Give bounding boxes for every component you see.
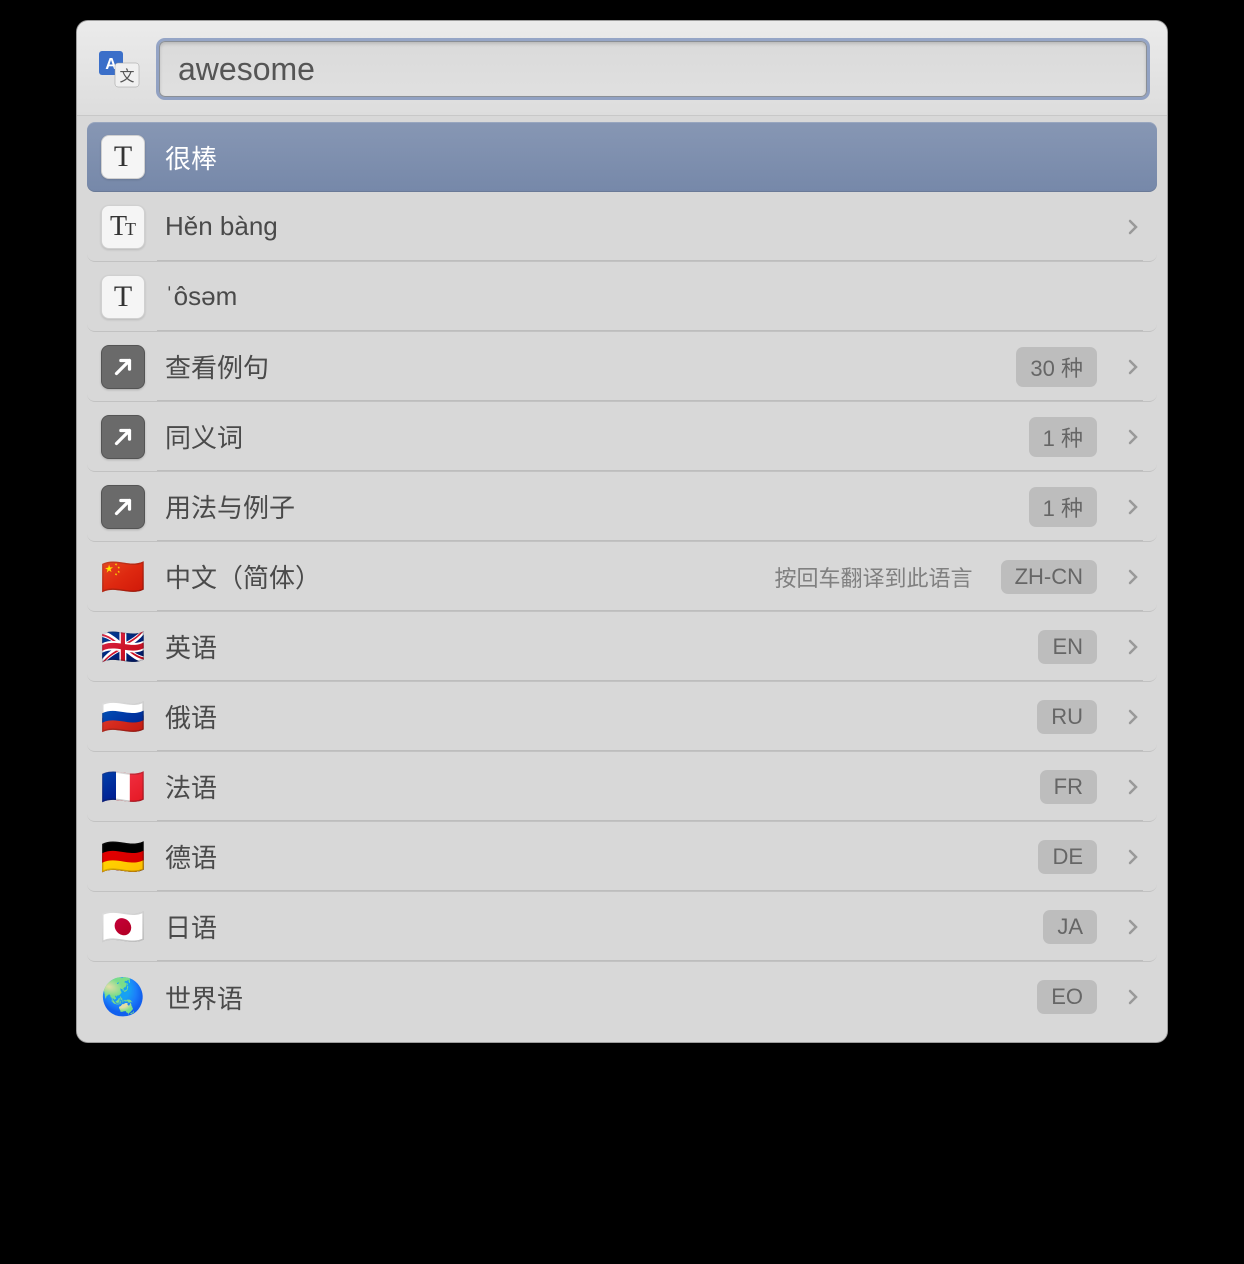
count-badge: 1 种: [1029, 417, 1097, 457]
results-list: T 很棒 TT Hěn bàng T ˈôsəm: [77, 116, 1167, 1042]
chevron-right-icon: [1123, 217, 1143, 237]
result-synonyms[interactable]: 同义词 1 种: [87, 402, 1157, 472]
chevron-right-icon: [1123, 497, 1143, 517]
chevron-right-icon: [1123, 707, 1143, 727]
result-phonetic[interactable]: T ˈôsəm: [87, 262, 1157, 332]
flag-cn-icon: 🇨🇳: [101, 555, 145, 599]
result-label: 查看例句: [165, 348, 996, 385]
lang-code-badge: JA: [1043, 910, 1097, 944]
result-label: 日语: [165, 908, 1023, 945]
result-lang-eo[interactable]: 🌏 世界语 EO: [87, 962, 1157, 1032]
search-bar: A 文: [77, 21, 1167, 116]
result-examples[interactable]: 查看例句 30 种: [87, 332, 1157, 402]
flag-fr-icon: 🇫🇷: [101, 765, 145, 809]
lang-code-badge: RU: [1037, 700, 1097, 734]
result-lang-de[interactable]: 🇩🇪 德语 DE: [87, 822, 1157, 892]
result-label: 德语: [165, 838, 1018, 875]
count-badge: 1 种: [1029, 487, 1097, 527]
result-lang-ru[interactable]: 🇷🇺 俄语 RU: [87, 682, 1157, 752]
lang-code-badge: FR: [1040, 770, 1097, 804]
result-translation-primary[interactable]: T 很棒: [87, 122, 1157, 192]
lang-code-badge: DE: [1038, 840, 1097, 874]
lang-code-badge: EN: [1038, 630, 1097, 664]
result-usage[interactable]: 用法与例子 1 种: [87, 472, 1157, 542]
chevron-right-icon: [1123, 847, 1143, 867]
result-lang-fr[interactable]: 🇫🇷 法语 FR: [87, 752, 1157, 822]
translate-app-icon: A 文: [97, 47, 141, 91]
result-label: 用法与例子: [165, 488, 1009, 525]
chevron-right-icon: [1123, 917, 1143, 937]
globe-icon: 🌏: [101, 975, 145, 1019]
result-hint: 按回车翻译到此语言: [775, 561, 973, 593]
lang-code-badge: EO: [1037, 980, 1097, 1014]
result-label: 俄语: [165, 698, 1017, 735]
result-label: 世界语: [165, 979, 1017, 1016]
chevron-right-icon: [1123, 777, 1143, 797]
result-label: 同义词: [165, 418, 1009, 455]
result-lang-ja[interactable]: 🇯🇵 日语 JA: [87, 892, 1157, 962]
flag-jp-icon: 🇯🇵: [101, 905, 145, 949]
flag-de-icon: 🇩🇪: [101, 835, 145, 879]
result-lang-en[interactable]: 🇬🇧 英语 EN: [87, 612, 1157, 682]
text-icon: T: [101, 275, 145, 319]
result-label: 英语: [165, 628, 1018, 665]
arrow-out-icon: [101, 485, 145, 529]
result-label: Hěn bàng: [165, 211, 1103, 242]
translator-window: A 文 T 很棒 TT Hěn bàng: [76, 20, 1168, 1043]
text-scale-icon: TT: [101, 205, 145, 249]
result-label: ˈôsəm: [165, 281, 1143, 312]
chevron-right-icon: [1123, 987, 1143, 1007]
result-pinyin[interactable]: TT Hěn bàng: [87, 192, 1157, 262]
arrow-out-icon: [101, 345, 145, 389]
chevron-right-icon: [1123, 427, 1143, 447]
text-icon: T: [101, 135, 145, 179]
result-label: 很棒: [165, 139, 1143, 176]
lang-code-badge: ZH-CN: [1001, 560, 1097, 594]
arrow-out-icon: [101, 415, 145, 459]
chevron-right-icon: [1123, 567, 1143, 587]
result-label: 法语: [165, 768, 1020, 805]
search-input[interactable]: [159, 41, 1147, 97]
chevron-right-icon: [1123, 357, 1143, 377]
result-lang-zh-cn[interactable]: 🇨🇳 中文（简体） 按回车翻译到此语言 ZH-CN: [87, 542, 1157, 612]
count-badge: 30 种: [1016, 347, 1097, 387]
result-label: 中文（简体）: [165, 558, 755, 595]
flag-ru-icon: 🇷🇺: [101, 695, 145, 739]
svg-text:文: 文: [119, 68, 134, 85]
chevron-right-icon: [1123, 637, 1143, 657]
flag-gb-icon: 🇬🇧: [101, 625, 145, 669]
